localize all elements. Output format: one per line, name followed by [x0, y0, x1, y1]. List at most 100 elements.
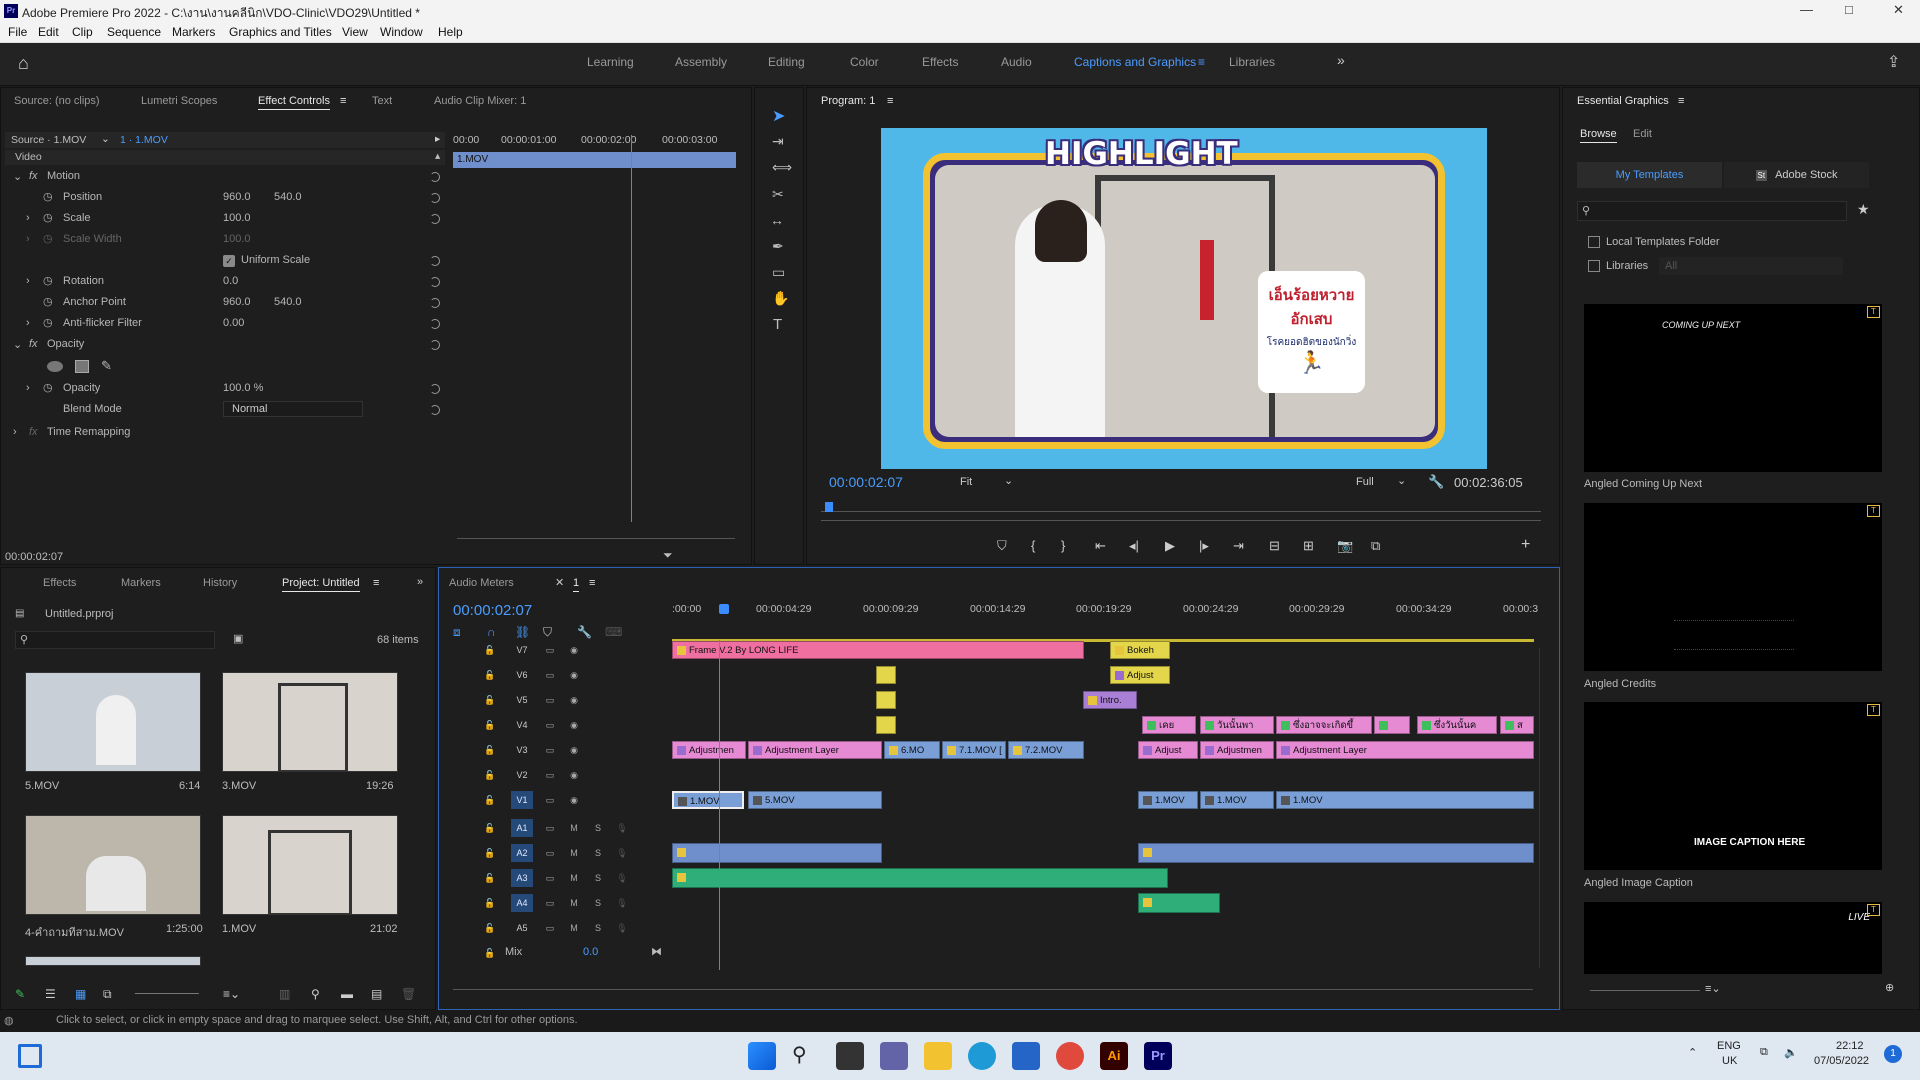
reset-icon[interactable]: [430, 193, 440, 203]
quality-dropdown[interactable]: Full: [1356, 476, 1374, 488]
expand-icon[interactable]: ⌄: [13, 338, 22, 351]
clip[interactable]: Adjust: [1110, 666, 1170, 684]
mic-icon[interactable]: 🎙: [615, 871, 629, 885]
clip[interactable]: 7.1.MOV [: [942, 741, 1006, 759]
tab-audio-clip-mixer[interactable]: Audio Clip Mixer: 1: [434, 95, 526, 107]
lock-icon[interactable]: 🔓: [483, 871, 497, 885]
linked-selection-icon[interactable]: ⛓: [515, 625, 530, 639]
menu-help[interactable]: Help: [438, 25, 463, 39]
eye-icon[interactable]: ◉: [567, 643, 581, 657]
mic-icon[interactable]: 🎙: [615, 846, 629, 860]
stopwatch-icon[interactable]: ◷: [43, 190, 53, 203]
pencil-icon[interactable]: ✎: [15, 987, 25, 1001]
tab-browse[interactable]: Browse: [1580, 128, 1617, 143]
eye-icon[interactable]: ◉: [567, 718, 581, 732]
mute-button[interactable]: M: [567, 896, 581, 910]
lock-icon[interactable]: 🔓: [483, 821, 497, 835]
media-thumb[interactable]: [25, 672, 201, 772]
mic-icon[interactable]: 🎙: [615, 921, 629, 935]
sync-lock-icon[interactable]: ▭: [543, 821, 557, 835]
sync-lock-icon[interactable]: ▭: [543, 896, 557, 910]
settings-wrench-icon[interactable]: 🔧: [577, 625, 592, 639]
nest-icon[interactable]: ⧈: [453, 625, 461, 640]
clock-date[interactable]: 07/05/2022: [1814, 1055, 1869, 1067]
illustrator-icon[interactable]: Ai: [1100, 1042, 1128, 1070]
prop-value[interactable]: 100.0 %: [223, 382, 263, 394]
ws-editing[interactable]: Editing: [768, 55, 805, 69]
edge-icon[interactable]: [968, 1042, 996, 1070]
ws-libraries[interactable]: Libraries: [1229, 55, 1275, 69]
lock-icon[interactable]: 🔓: [483, 921, 497, 935]
language-2[interactable]: UK: [1722, 1055, 1737, 1067]
overflow-chevron-icon[interactable]: »: [417, 576, 423, 588]
eye-icon[interactable]: ◉: [567, 743, 581, 757]
template-thumb[interactable]: COMING UP NEXT T: [1584, 304, 1882, 472]
ws-learning[interactable]: Learning: [587, 55, 634, 69]
clip[interactable]: Bokeh: [1110, 641, 1170, 659]
type-tool-icon[interactable]: T: [773, 316, 782, 333]
expand-icon[interactable]: ›: [26, 317, 30, 329]
solo-button[interactable]: S: [591, 821, 605, 835]
mute-button[interactable]: M: [567, 846, 581, 860]
program-scrubber[interactable]: [821, 511, 1541, 512]
track-name[interactable]: A5: [511, 919, 533, 937]
clip[interactable]: เคย: [1142, 716, 1196, 734]
menu-markers[interactable]: Markers: [172, 25, 215, 39]
clip[interactable]: Adjustment Layer: [748, 741, 882, 759]
lock-icon[interactable]: 🔓: [483, 846, 497, 860]
program-title[interactable]: Program: 1: [821, 95, 875, 107]
sync-lock-icon[interactable]: ▭: [543, 693, 557, 707]
track-area[interactable]: Frame V.2 By LONG LIFE Bokeh Adjust Intr…: [672, 640, 1534, 970]
mic-icon[interactable]: 🎙: [615, 821, 629, 835]
prop-value[interactable]: 100.0: [223, 212, 251, 224]
bin-icon[interactable]: ▣: [233, 632, 243, 645]
timeline-zoom-bar[interactable]: [453, 989, 1533, 990]
prop-value-y[interactable]: 540.0: [274, 191, 302, 203]
program-timecode[interactable]: 00:00:02:07: [829, 474, 903, 490]
clip[interactable]: Frame V.2 By LONG LIFE: [672, 641, 1084, 659]
collapse-icon[interactable]: ▴: [435, 150, 440, 162]
razor-icon[interactable]: ✂: [772, 186, 784, 203]
find-icon[interactable]: ⚲: [311, 987, 320, 1001]
panel-menu-icon[interactable]: ≡: [589, 577, 595, 589]
ec-timecode[interactable]: 00:00:02:07: [5, 551, 63, 563]
audio-clip[interactable]: [672, 843, 882, 863]
close-icon[interactable]: ✕: [555, 576, 564, 589]
icon-view-icon[interactable]: ▦: [75, 987, 86, 1001]
ec-zoom-bar[interactable]: [457, 538, 735, 539]
store-icon[interactable]: [1012, 1042, 1040, 1070]
marker-icon[interactable]: ⛉: [997, 538, 1007, 554]
clip[interactable]: 1.MOV: [1200, 791, 1274, 809]
ws-color[interactable]: Color: [850, 55, 879, 69]
hamburger-icon[interactable]: ≡: [1198, 55, 1205, 69]
program-zoom-bar[interactable]: [821, 520, 1541, 521]
sync-lock-icon[interactable]: ▭: [543, 871, 557, 885]
track-name[interactable]: A3: [511, 869, 533, 887]
sync-lock-icon[interactable]: ▭: [543, 718, 557, 732]
tab-edit[interactable]: Edit: [1633, 128, 1652, 140]
step-forward-icon[interactable]: |▸: [1199, 538, 1209, 554]
tab-effects[interactable]: Effects: [43, 577, 76, 589]
eye-icon[interactable]: ◉: [567, 793, 581, 807]
clip[interactable]: [1374, 716, 1410, 734]
timeline-ruler[interactable]: :00:00 00:00:04:29 00:00:09:29 00:00:14:…: [672, 601, 1538, 621]
minimize-button[interactable]: —: [1800, 2, 1813, 17]
sort-icon[interactable]: ≡⌄: [223, 987, 240, 1001]
ec-ruler[interactable]: 00:00 00:00:01:00 00:00:02:00 00:00:03:0…: [453, 132, 738, 148]
chevron-down-icon[interactable]: ⌄: [101, 133, 110, 145]
ws-audio[interactable]: Audio: [1001, 55, 1032, 69]
track-name[interactable]: A4: [511, 894, 533, 912]
track-name[interactable]: V7: [511, 641, 533, 659]
overflow-chevron-icon[interactable]: »: [1337, 52, 1345, 68]
tab-source[interactable]: Source: (no clips): [14, 95, 100, 107]
menu-graphics-titles[interactable]: Graphics and Titles: [229, 25, 332, 39]
panel-menu-icon[interactable]: ≡: [340, 95, 346, 107]
expand-icon[interactable]: ›: [26, 382, 30, 394]
export-frame-icon[interactable]: 📷: [1337, 538, 1353, 554]
eg-search-input[interactable]: ⚲: [1577, 201, 1847, 221]
track-name[interactable]: V2: [511, 766, 533, 784]
hand-icon[interactable]: ✋: [772, 290, 789, 307]
ellipse-mask-icon[interactable]: [47, 361, 63, 372]
search-icon[interactable]: ⚲: [792, 1042, 820, 1070]
template-thumb[interactable]: T: [1584, 503, 1882, 671]
